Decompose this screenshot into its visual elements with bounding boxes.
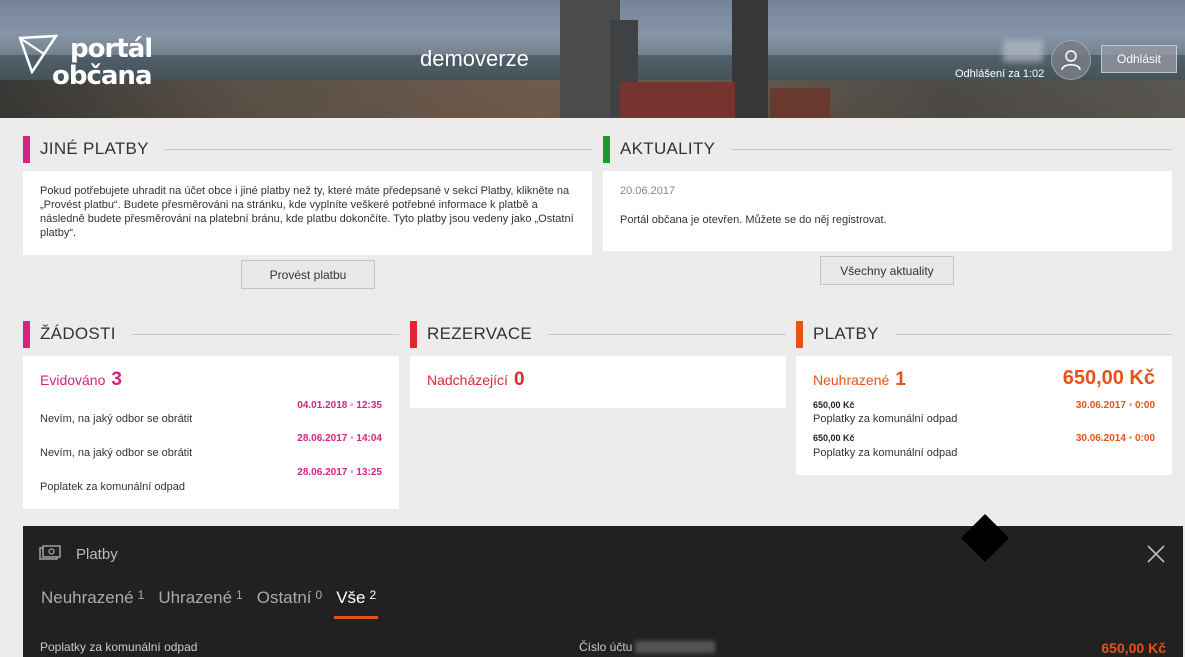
request-date: 04.01.2018 • 12:35 xyxy=(297,400,382,411)
request-item[interactable]: Poplatek za komunální odpad xyxy=(40,481,185,493)
logo-text-line1: portál xyxy=(70,34,153,64)
tab-vse[interactable]: Vše 2 xyxy=(334,588,379,619)
logo-text-line2: občana xyxy=(52,61,152,91)
payment-amount: 650,00 Kč xyxy=(813,400,855,410)
section-title: JINÉ PLATBY xyxy=(40,139,149,158)
status-label: Neuhrazené xyxy=(813,372,890,388)
account-number-blurred xyxy=(635,641,715,653)
tab-neuhrazene[interactable]: Neuhrazené 1 xyxy=(41,588,144,616)
rezervace-card: Nadcházející 0 xyxy=(410,356,786,408)
vsechny-aktuality-button[interactable]: Všechny aktuality xyxy=(820,256,954,285)
tab-ostatni[interactable]: Ostatní 0 xyxy=(257,588,323,616)
account-label: Číslo účtu xyxy=(579,640,633,654)
section-header-jine-platby: JINÉ PLATBY xyxy=(23,135,592,163)
rezervace-status[interactable]: Nadcházející 0 xyxy=(427,369,525,391)
section-header-platby: PLATBY xyxy=(796,320,1172,348)
logout-button[interactable]: Odhlásit xyxy=(1101,45,1177,73)
zadosti-card: Evidováno 3 04.01.2018 • 12:35 Nevím, na… xyxy=(23,356,399,509)
tab-uhrazene[interactable]: Uhrazené 1 xyxy=(158,588,242,616)
section-title: ŽÁDOSTI xyxy=(40,324,116,343)
proves-platbu-button[interactable]: Provést platbu xyxy=(241,260,375,289)
jine-platby-card: Pokud potřebujete uhradit na účet obce i… xyxy=(23,171,592,255)
payment-date: 30.06.2014 • 0:00 xyxy=(1075,433,1155,444)
user-name-blurred xyxy=(1003,40,1043,62)
header-banner: portál občana demoverze Odhlásit Odhláše… xyxy=(0,0,1185,118)
request-date: 28.06.2017 • 14:04 xyxy=(297,433,382,444)
payment-row-name[interactable]: Poplatky za komunální odpad xyxy=(40,640,197,654)
section-accent-bar xyxy=(796,320,803,348)
panel-tabs: Neuhrazené 1 Uhrazené 1 Ostatní 0 Vše 2 xyxy=(41,588,390,619)
platby-panel: Platby Neuhrazené 1 Uhrazené 1 Ostatní 0 Vš… xyxy=(23,526,1183,657)
payment-item[interactable]: Poplatky za komunální odpad xyxy=(813,413,957,425)
section-title: REZERVACE xyxy=(427,324,533,343)
section-header-rezervace: REZERVACE xyxy=(410,320,786,348)
status-label: Evidováno xyxy=(40,372,106,388)
section-accent-bar xyxy=(23,320,30,348)
user-icon xyxy=(1061,50,1081,71)
payment-amount: 650,00 Kč xyxy=(813,433,855,443)
platby-card: Neuhrazené 1 650,00 Kč 650,00 Kč 30.06.2… xyxy=(796,356,1172,475)
section-title: PLATBY xyxy=(813,324,879,343)
aktuality-card: 20.06.2017 Portál občana je otevřen. Můž… xyxy=(603,171,1172,251)
request-item[interactable]: Nevím, na jaký odbor se obrátit xyxy=(40,447,192,459)
demo-label: demoverze xyxy=(420,46,529,71)
wallet-icon xyxy=(39,545,61,560)
status-label: Nadcházející xyxy=(427,372,508,388)
platby-status[interactable]: Neuhrazené 1 xyxy=(813,369,906,391)
status-count: 3 xyxy=(111,369,122,390)
section-accent-bar xyxy=(410,320,417,348)
request-item[interactable]: Nevím, na jaký odbor se obrátit xyxy=(40,413,192,425)
user-avatar[interactable] xyxy=(1051,40,1091,80)
zadosti-status[interactable]: Evidováno 3 xyxy=(40,369,122,391)
payment-date: 30.06.2017 • 0:00 xyxy=(1075,400,1155,411)
portal-logo[interactable]: portál občana xyxy=(18,34,158,91)
section-title: AKTUALITY xyxy=(620,139,716,158)
request-date: 28.06.2017 • 13:25 xyxy=(297,467,382,478)
section-accent-bar xyxy=(603,135,610,163)
payment-row-amount: 650,00 Kč xyxy=(1101,640,1166,656)
news-text[interactable]: Portál občana je otevřen. Můžete se do n… xyxy=(620,214,887,226)
jine-platby-text: Pokud potřebujete uhradit na účet obce i… xyxy=(40,185,574,239)
payment-item[interactable]: Poplatky za komunální odpad xyxy=(813,447,957,459)
news-date: 20.06.2017 xyxy=(620,185,676,197)
section-header-zadosti: ŽÁDOSTI xyxy=(23,320,399,348)
session-timer: Odhlášení za 1:02 xyxy=(955,68,1045,80)
status-count: 1 xyxy=(895,369,906,390)
close-icon[interactable] xyxy=(1147,545,1165,563)
platby-total: 650,00 Kč xyxy=(1062,367,1155,389)
section-accent-bar xyxy=(23,135,30,163)
status-count: 0 xyxy=(513,369,525,390)
panel-title: Platby xyxy=(76,546,118,563)
section-header-aktuality: AKTUALITY xyxy=(603,135,1172,163)
